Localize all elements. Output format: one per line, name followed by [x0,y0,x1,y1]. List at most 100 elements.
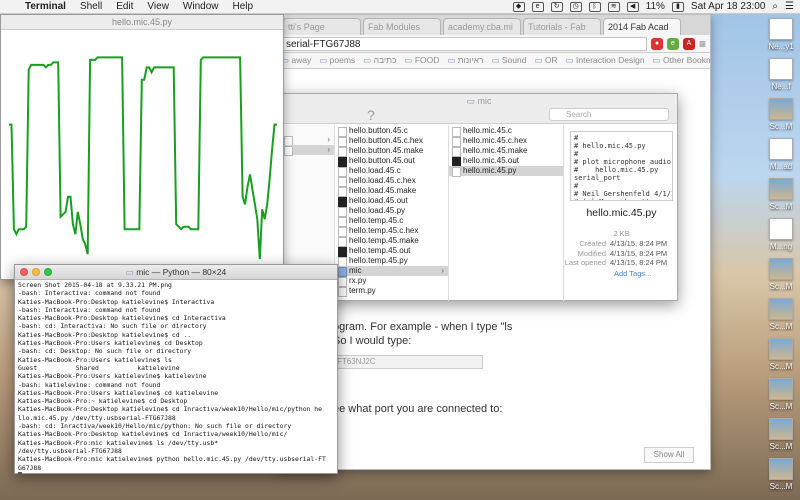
finder-file-item[interactable]: hello.load.45.out [335,196,448,207]
battery-percent[interactable]: 11% [646,1,665,12]
finder-file-name: hello.load.45.make [349,186,417,195]
bookmark-3[interactable]: FOOD [404,55,440,66]
terminal-line: Katies-MacBook-Pro:Desktop katielevine$ … [18,297,215,306]
bookmark-0[interactable]: away [281,55,311,66]
bookmark-5[interactable]: Sound [491,55,527,66]
modified-label: Modified [577,248,606,258]
browser-tab-4[interactable]: 2014 Fab Acad [603,18,681,35]
desktop-icon[interactable]: Sc...M [763,178,799,216]
browser-tab-3[interactable]: Tutorials - Fab [523,18,601,35]
terminal-output[interactable]: Screen Shot 2015-04-18 at 9.33.21 PM.png… [15,280,337,474]
finder-file-item[interactable]: hello.temp.45.c.hex [335,226,448,237]
bookmark-7[interactable]: Interaction Design [566,55,645,66]
page-text-3: ee what port you are connected to: [333,403,503,415]
finder-column-1[interactable]: hello.button.45.c hello.button.45.c.hex he… [335,125,449,301]
finder-file-item[interactable]: hello.temp.45.make [335,236,448,247]
browser-tab-2[interactable]: academy.cba.mi [443,18,521,35]
desktop-icon[interactable]: M...ad [763,138,799,176]
finder-file-item[interactable]: hello.button.45.c.hex [335,136,448,147]
menu-help[interactable]: Help [226,1,261,12]
evernote-ext-icon[interactable]: e [666,37,679,50]
created-label: Created [579,239,606,248]
desktop-icon[interactable]: M...ng [763,218,799,256]
bookmark-2[interactable]: כתיבה [363,55,397,66]
finder-file-item[interactable]: hello.mic.45.make [449,146,563,157]
screenshot-file-icon [769,258,793,280]
menu-window[interactable]: Window [176,1,226,12]
desktop-icon[interactable]: Ne...f [763,58,799,96]
bookmark-1[interactable]: poems [319,55,356,66]
desktop-icon[interactable]: Sc...M [763,378,799,416]
finder-file-item[interactable]: hello.load.45.make [335,186,448,197]
screenshot-file-icon [769,98,793,120]
finder-col0-chevron[interactable]: › [281,135,334,146]
finder-file-item[interactable]: hello.load.45.c.hex [335,176,448,187]
finder-file-name: hello.load.45.out [349,196,408,205]
finder-file-item[interactable]: hello.mic.45.c.hex [449,136,563,147]
finder-search-input[interactable]: Search [549,108,669,121]
finder-file-item[interactable]: mic › [335,266,448,277]
browser-toolbar: serial-FTG67J88 ● e A ≡ [277,35,710,53]
desktop-icon[interactable]: Sc...M [763,458,799,496]
bookmark-6[interactable]: OR [534,55,558,66]
desktop-icon[interactable]: Ne...y1 [763,18,799,56]
url-field[interactable]: serial-FTG67J88 [281,36,647,51]
finder-file-item[interactable]: hello.button.45.c [335,126,448,137]
bookmark-4[interactable]: ראיונות [447,55,484,66]
menu-edit[interactable]: Edit [109,1,140,12]
volume-icon[interactable]: ◀ [626,1,639,12]
minimize-icon[interactable] [32,268,40,276]
finder-window: mic ? Search › › hello.button.45.chello.… [280,93,678,301]
browser-tab-1[interactable]: Fab Modules [363,18,441,35]
desktop-icon-label: Sc...M [769,202,793,211]
desktop-icon[interactable]: Sc...M [763,258,799,296]
browser-tab-0[interactable]: tti's Page [283,18,361,35]
finder-toolbar: mic ? Search [281,94,677,124]
finder-file-item[interactable]: rx.py [335,276,448,287]
other-bookmarks[interactable]: Other Bookmarks [653,55,710,66]
menu-clock[interactable]: Sat Apr 18 23:00 [691,1,766,12]
menu-shell[interactable]: Shell [73,1,109,12]
finder-file-item[interactable]: hello.temp.45.out [335,246,448,257]
wifi-icon[interactable]: ≋ [607,1,620,12]
finder-file-item[interactable]: hello.button.45.out [335,156,448,167]
dropbox-icon[interactable]: ◆ [512,1,525,12]
finder-file-item[interactable]: hello.load.45.py [335,206,448,217]
menu-view[interactable]: View [140,1,176,12]
opened-label: Last opened [564,258,606,267]
menu-app-name[interactable]: Terminal [18,1,73,12]
evernote-icon[interactable]: e [531,1,544,12]
abp-icon[interactable]: A [682,37,695,50]
desktop-icon[interactable]: Sc...M [763,338,799,376]
desktop-icon[interactable]: Sc...M [763,418,799,456]
show-all-button[interactable]: Show All [644,447,694,463]
microphone-signal-line [9,56,277,260]
bluetooth-icon[interactable]: ᛒ [588,1,601,12]
plot-canvas [9,56,277,260]
finder-file-item[interactable]: term.py [335,286,448,297]
menu-icon[interactable]: ≡ [699,37,706,51]
finder-col0-selected[interactable]: › [281,145,334,156]
finder-file-item[interactable]: hello.button.45.make [335,146,448,157]
zoom-icon[interactable] [44,268,52,276]
spotlight-icon[interactable]: ⌕ [772,1,778,12]
add-tags-link[interactable]: Add Tags... [564,269,679,278]
finder-file-item[interactable]: hello.temp.45.c [335,216,448,227]
battery-icon[interactable]: ▮ [671,1,684,12]
desktop-icon[interactable]: Sc...M [763,98,799,136]
finder-file-item[interactable]: hello.mic.45.c [449,126,563,137]
notification-center-icon[interactable]: ☰ [785,1,794,12]
finder-file-item[interactable]: hello.load.45.c [335,166,448,177]
desktop-icon[interactable]: Sc...M [763,298,799,336]
finder-file-item[interactable]: hello.temp.45.py [335,256,448,267]
desktop-icon-label: Sc...M [769,362,793,371]
close-icon[interactable] [20,268,28,276]
timemachine-icon[interactable]: ◷ [569,1,582,12]
finder-file-item[interactable]: hello.mic.45.out [449,156,563,167]
finder-column-2[interactable]: hello.mic.45.c hello.mic.45.c.hex hello.mi… [449,125,564,301]
finder-file-item[interactable]: hello.mic.45.py [449,166,563,177]
finder-file-name: hello.mic.45.c.hex [463,136,528,145]
help-icon[interactable]: ? [367,107,375,123]
sync-icon[interactable]: ↻ [550,1,563,12]
adblock-icon[interactable]: ● [650,37,663,50]
